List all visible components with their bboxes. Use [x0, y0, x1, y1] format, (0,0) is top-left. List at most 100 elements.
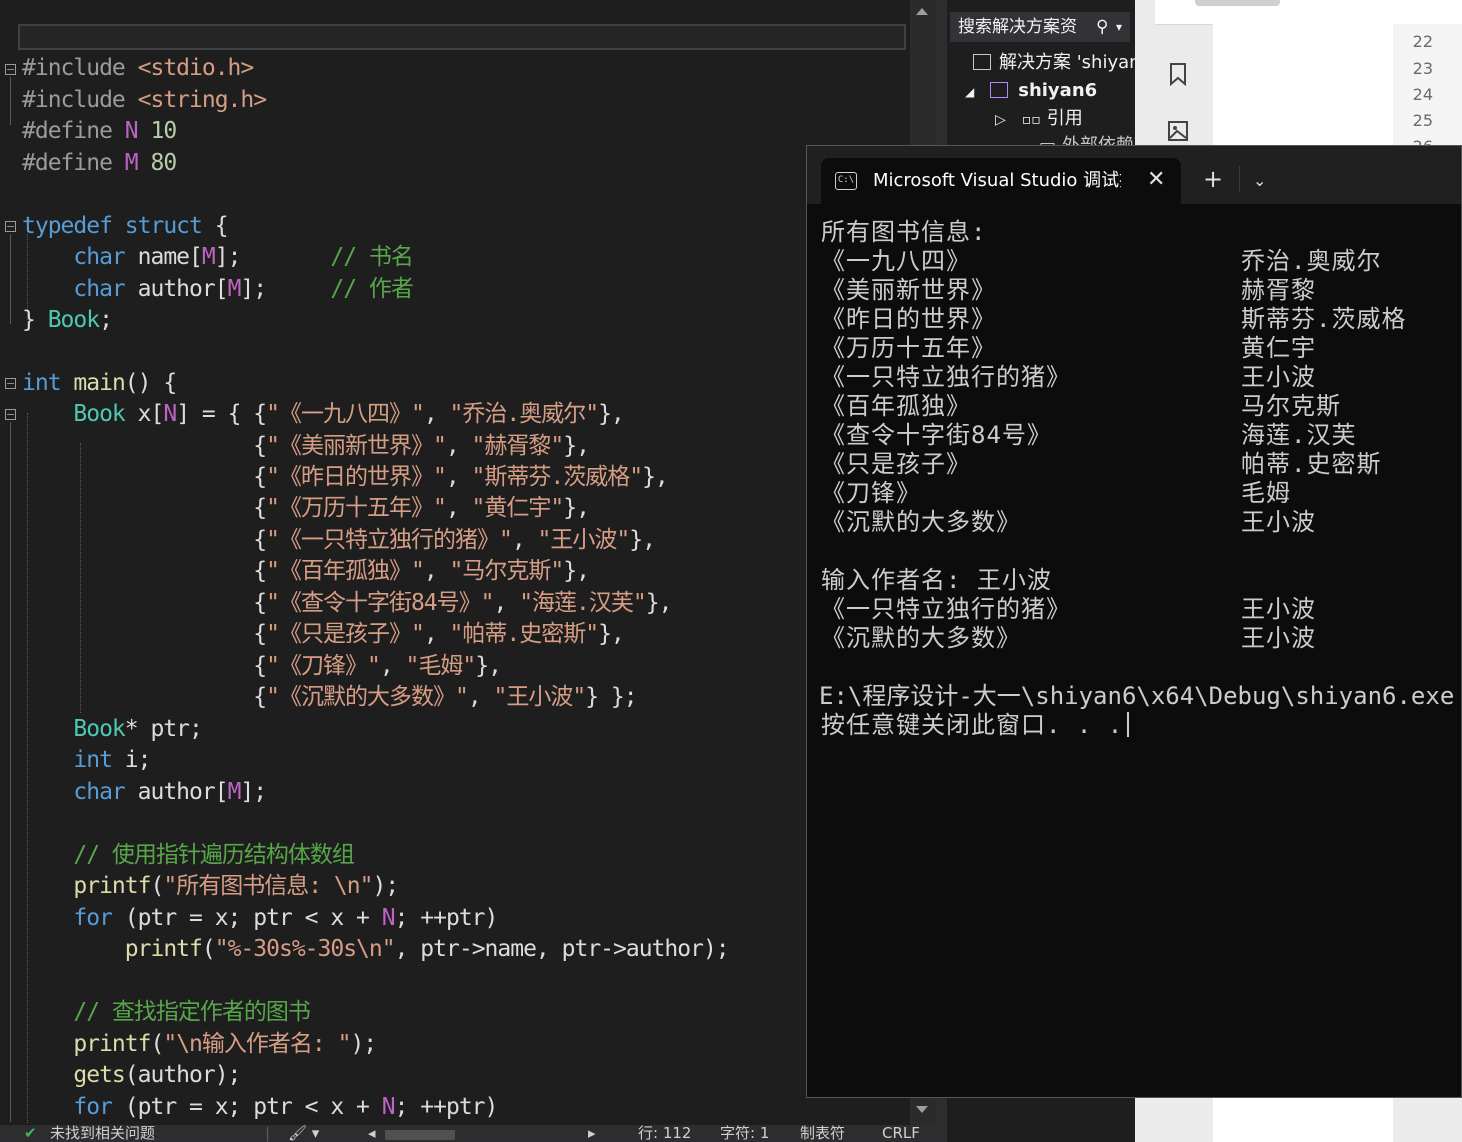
code-line[interactable]: for (ptr = x; ptr < x + N; ++ptr) [22, 1092, 498, 1123]
line-number: 25 [1412, 111, 1433, 130]
bookmark-icon[interactable] [1167, 62, 1189, 87]
debug-console-window[interactable]: C:\ Microsoft Visual Studio 调试控制台 ✕ + ⌄ … [806, 145, 1462, 1098]
fold-bracket [10, 234, 11, 324]
close-tab-icon[interactable]: ✕ [1147, 166, 1165, 194]
status-divider: | [265, 1125, 271, 1142]
scroll-down-icon[interactable] [916, 1106, 928, 1113]
references-label: 引用 [1046, 108, 1083, 129]
console-prompt: 输入作者名: 王小波 [821, 566, 1052, 594]
eol-indicator[interactable]: CRLF [882, 1125, 920, 1142]
project-label: shiyan6 [1018, 80, 1098, 101]
tree-item-references[interactable]: ▷ ▫▫ 引用 [995, 105, 1083, 133]
code-line[interactable]: printf("%-30s%-30s\n", ptr->name, ptr->a… [22, 934, 730, 965]
code-line[interactable]: {"《一只特立独行的猪》", "王小波"}, [22, 525, 656, 556]
fold-bracket [10, 422, 11, 1122]
code-line[interactable]: {"《昨日的世界》", "斯蒂芬.茨威格"}, [22, 462, 669, 493]
expanded-arrow-icon[interactable]: ◢ [965, 85, 974, 99]
code-line[interactable]: // 使用指针遍历结构体数组 [22, 840, 355, 871]
code-line[interactable]: {"《美丽新世界》", "赫胥黎"}, [22, 431, 590, 462]
console-result-row: 《沉默的大多数》 王小波 [821, 624, 1316, 652]
collapsed-arrow-icon[interactable]: ▷ [995, 112, 1006, 128]
console-book-row: 《美丽新世界》 赫胥黎 [821, 276, 1316, 304]
code-line[interactable]: int main() { [22, 368, 177, 399]
code-line[interactable]: char author[M]; [22, 777, 267, 808]
scroll-right-icon[interactable]: ▸ [588, 1125, 596, 1142]
terminal-icon: C:\ [835, 172, 857, 190]
code-line[interactable]: #include <string.h> [22, 85, 267, 116]
code-line[interactable]: {"《查令十字街84号》", "海莲.汉芙"}, [22, 588, 672, 619]
collapse-icon[interactable]: − [5, 378, 16, 389]
issues-status[interactable]: 未找到相关问题 [50, 1125, 155, 1142]
search-placeholder: 搜索解决方案资 [958, 17, 1077, 37]
code-line[interactable]: #include <stdio.h> [22, 53, 254, 84]
chevron-down-icon[interactable]: ▾ [1116, 12, 1122, 42]
console-book-row: 《刀锋》 毛姆 [821, 479, 1291, 507]
line-number-gutter: 22 23 24 25 26 [1393, 24, 1462, 156]
console-press-key: 按任意键关闭此窗口. . . [821, 711, 1130, 740]
fold-bracket [10, 77, 11, 125]
code-line[interactable]: } Book; [22, 305, 113, 336]
new-tab-icon[interactable]: + [1203, 164, 1223, 194]
tabs-indicator[interactable]: 制表符 [800, 1125, 845, 1142]
code-line[interactable]: #define N 10 [22, 116, 177, 147]
collapse-icon[interactable]: − [5, 221, 16, 232]
console-book-row: 《一只特立独行的猪》 王小波 [821, 363, 1316, 391]
scroll-left-icon[interactable]: ◂ [368, 1125, 376, 1142]
console-book-row: 《百年孤独》 马尔克斯 [821, 392, 1341, 420]
code-line[interactable]: printf("\n输入作者名: "); [22, 1029, 377, 1060]
code-line[interactable]: char author[M]; // 作者 [22, 274, 414, 305]
line-indicator[interactable]: 行: 112 [638, 1125, 691, 1142]
collapse-icon[interactable]: − [5, 64, 16, 75]
console-tab[interactable]: C:\ Microsoft Visual Studio 调试控制台 ✕ [821, 158, 1181, 204]
code-line[interactable]: Book x[N] = { {"《一九八四》", "乔治.奥威尔"}, [22, 399, 624, 430]
console-book-row: 《一九八四》 乔治.奥威尔 [821, 247, 1382, 275]
console-book-row: 《昨日的世界》 斯蒂芬.茨威格 [821, 305, 1407, 333]
document-tab[interactable] [1195, 0, 1280, 6]
code-line[interactable]: typedef struct { [22, 211, 229, 242]
code-line[interactable]: printf("所有图书信息: \n"); [22, 871, 399, 902]
editor-navigation-bar[interactable] [18, 24, 906, 50]
project-icon [990, 82, 1009, 98]
code-editor[interactable]: − − − − #include <stdio.h> #include <str… [0, 0, 935, 1142]
console-book-row: 《只是孩子》 帕蒂.史密斯 [821, 450, 1382, 478]
chevron-down-icon[interactable]: ⌄ [1253, 166, 1266, 196]
scroll-up-icon[interactable] [916, 8, 928, 15]
editor-status-bar: ✔ 未找到相关问题 | 🖌 ▾ ◂ ▸ 行: 112 字符: 1 制表符 CRL… [0, 1125, 935, 1142]
image-icon[interactable] [1167, 120, 1189, 142]
line-number: 22 [1412, 32, 1433, 51]
solution-label: 解决方案 'shiyan6' [999, 52, 1135, 73]
code-line[interactable]: {"《沉默的大多数》", "王小波"} }; [22, 682, 637, 713]
code-line[interactable]: {"《刀锋》", "毛姆"}, [22, 651, 502, 682]
line-number: 24 [1412, 85, 1433, 104]
console-book-row: 《查令十字街84号》 海莲.汉芙 [821, 421, 1357, 449]
code-line[interactable]: // 查找指定作者的图书 [22, 997, 311, 1028]
solution-search-input[interactable]: 搜索解决方案资 ⚲ ▾ [950, 12, 1130, 42]
brush-icon[interactable]: 🖌 ▾ [288, 1125, 319, 1142]
code-line[interactable]: {"《万历十五年》", "黄仁宇"}, [22, 493, 590, 524]
horizontal-scroll-thumb[interactable] [385, 1130, 455, 1140]
search-icon[interactable]: ⚲ [1096, 12, 1108, 42]
reference-icon: ▫▫ [1021, 112, 1041, 128]
tree-item-project[interactable]: ◢ shiyan6 [965, 77, 1097, 105]
code-line[interactable]: for (ptr = x; ptr < x + N; ++ptr) [22, 903, 498, 934]
code-line[interactable]: {"《百年孤独》", "马尔克斯"}, [22, 556, 590, 587]
document-toolbar [1155, 0, 1462, 25]
console-result-row: 《一只特立独行的猪》 王小波 [821, 595, 1316, 623]
text-cursor [1127, 712, 1130, 737]
console-book-row: 《沉默的大多数》 王小波 [821, 508, 1316, 536]
solution-icon [973, 54, 991, 70]
tree-item-solution[interactable]: 解决方案 'shiyan6' [973, 49, 1135, 77]
code-line[interactable]: Book* ptr; [22, 714, 202, 745]
collapse-icon[interactable]: − [5, 409, 16, 420]
code-line[interactable]: {"《只是孩子》", "帕蒂.史密斯"}, [22, 619, 625, 650]
check-icon: ✔ [24, 1125, 37, 1142]
console-tab-title: Microsoft Visual Studio 调试控制台 [873, 170, 1121, 191]
code-line[interactable]: int i; [22, 745, 151, 776]
char-indicator[interactable]: 字符: 1 [720, 1125, 769, 1142]
console-exe-path: E:\程序设计-大一\shiyan6\x64\Debug\shiyan6.exe [819, 682, 1455, 710]
code-line[interactable]: gets(author); [22, 1060, 241, 1091]
console-titlebar[interactable]: C:\ Microsoft Visual Studio 调试控制台 ✕ + ⌄ [807, 146, 1461, 204]
code-line[interactable]: char name[M]; // 书名 [22, 242, 414, 273]
console-header: 所有图书信息: [821, 218, 987, 246]
code-line[interactable]: #define M 80 [22, 148, 177, 179]
